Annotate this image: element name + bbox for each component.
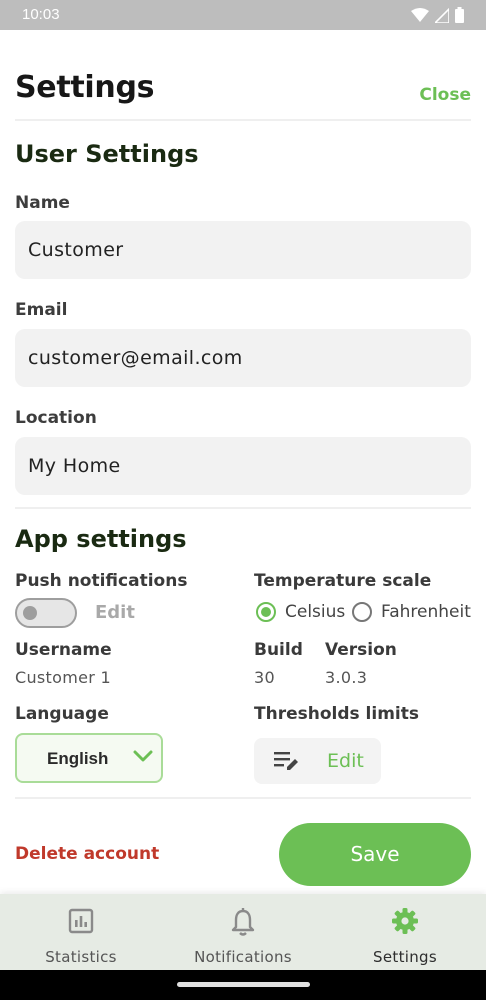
toggle-knob: [23, 606, 37, 620]
build-value: 30: [254, 668, 275, 687]
user-settings-heading: User Settings: [15, 140, 199, 168]
edit-note-icon: [274, 752, 298, 770]
home-indicator[interactable]: [177, 982, 310, 987]
version-label: Version: [325, 640, 397, 660]
delete-account-button[interactable]: Delete account: [15, 844, 159, 864]
nav-notifications-label: Notifications: [194, 948, 292, 966]
language-label: Language: [15, 704, 109, 724]
page-title: Settings: [15, 70, 155, 105]
nav-settings-label: Settings: [373, 948, 437, 966]
celsius-label[interactable]: Celsius: [285, 602, 345, 622]
build-label: Build: [254, 640, 303, 660]
fahrenheit-label[interactable]: Fahrenheit: [381, 602, 471, 622]
wifi-icon: [411, 7, 429, 22]
thresholds-edit-button[interactable]: Edit: [254, 738, 381, 784]
language-value: English: [47, 749, 109, 768]
divider: [15, 797, 471, 799]
thresholds-label: Thresholds limits: [254, 704, 419, 724]
name-field[interactable]: [15, 221, 471, 279]
bar-chart-icon: [68, 908, 94, 934]
push-notifications-label: Push notifications: [15, 571, 188, 591]
chevron-down-icon: [133, 750, 153, 762]
email-field[interactable]: [15, 329, 471, 387]
signal-icon: [435, 7, 449, 23]
divider: [15, 507, 471, 509]
status-time: 10:03: [22, 6, 60, 23]
gesture-bar: [0, 970, 486, 1000]
name-label: Name: [15, 193, 70, 213]
email-label: Email: [15, 300, 68, 320]
nav-statistics-label: Statistics: [45, 948, 117, 966]
push-notifications-edit[interactable]: Edit: [95, 602, 135, 623]
battery-icon: [455, 7, 464, 23]
temperature-scale-label: Temperature scale: [254, 571, 432, 591]
status-bar: 10:03: [0, 0, 486, 30]
bottom-navigation: Statistics Notifications Settings: [0, 894, 486, 970]
app-settings-heading: App settings: [15, 525, 187, 553]
thresholds-edit-label: Edit: [327, 750, 364, 772]
language-select[interactable]: English: [15, 733, 163, 783]
gear-icon: [392, 908, 418, 934]
fahrenheit-radio[interactable]: [352, 602, 372, 622]
divider: [15, 119, 471, 121]
nav-notifications[interactable]: Notifications: [162, 894, 324, 970]
nav-settings[interactable]: Settings: [324, 894, 486, 970]
location-field[interactable]: [15, 437, 471, 495]
push-notifications-toggle[interactable]: [15, 598, 77, 628]
celsius-radio[interactable]: [256, 602, 276, 622]
close-button[interactable]: Close: [419, 85, 471, 105]
bell-icon: [231, 908, 255, 936]
username-value: Customer 1: [15, 668, 111, 687]
version-value: 3.0.3: [325, 668, 368, 687]
location-label: Location: [15, 408, 97, 428]
username-label: Username: [15, 640, 112, 660]
save-button[interactable]: Save: [279, 823, 471, 886]
status-icons: [411, 7, 464, 23]
nav-statistics[interactable]: Statistics: [0, 894, 162, 970]
